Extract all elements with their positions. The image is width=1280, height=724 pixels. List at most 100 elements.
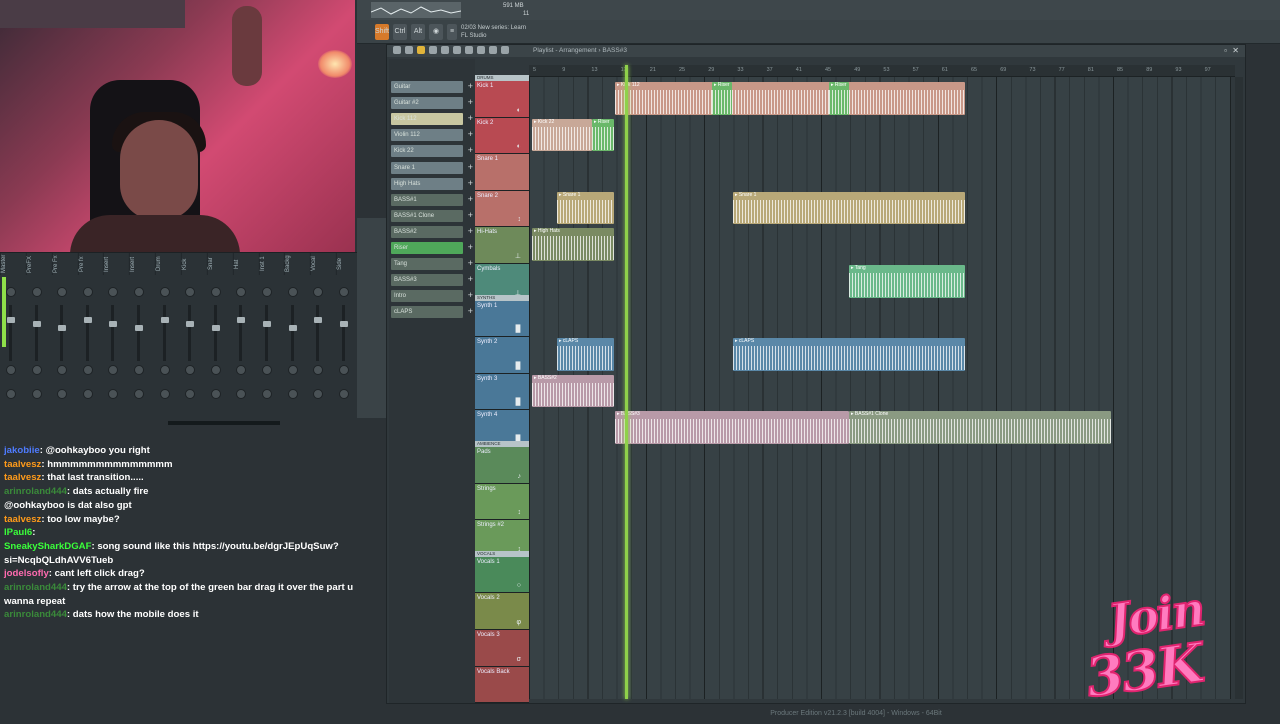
pan-knob[interactable] (262, 287, 272, 297)
add-icon[interactable]: + (468, 145, 473, 156)
pan-knob[interactable] (108, 287, 119, 297)
send-knob[interactable] (185, 389, 196, 399)
pan-knob[interactable] (57, 287, 68, 297)
send-knob[interactable] (210, 389, 221, 399)
audio-clip[interactable]: ▸ Riser (592, 118, 614, 152)
pattern-item[interactable]: High Hats + (391, 177, 473, 190)
stereo-knob[interactable] (57, 365, 68, 375)
pan-knob[interactable] (134, 287, 144, 297)
track-type-icon[interactable]: ▉ (516, 325, 521, 333)
pattern-item[interactable]: BASS#1 Clone + (391, 209, 473, 222)
volume-fader[interactable] (83, 317, 92, 323)
chat-username[interactable]: arinroland444 (4, 486, 67, 497)
send-knob[interactable] (57, 389, 68, 399)
chat-username[interactable]: lPaul6 (4, 527, 32, 538)
chat-username[interactable]: arinroland444 (4, 582, 67, 593)
volume-fader[interactable] (211, 325, 220, 331)
pattern-item[interactable]: Guitar + (391, 81, 473, 93)
stereo-knob[interactable] (6, 365, 16, 375)
pan-knob[interactable] (338, 287, 349, 297)
volume-fader[interactable] (288, 325, 297, 331)
track-header[interactable]: Vocals 2 φ (475, 593, 529, 630)
select-icon[interactable] (477, 46, 485, 54)
add-icon[interactable]: + (468, 162, 473, 173)
audio-clip[interactable]: ▸ Riser (829, 82, 849, 115)
mixer-scrollbar[interactable] (168, 421, 280, 425)
send-knob[interactable] (31, 389, 42, 399)
track-type-icon[interactable]: ↕ (518, 509, 522, 516)
stereo-knob[interactable] (185, 365, 196, 375)
add-icon[interactable]: + (468, 113, 473, 124)
track-header[interactable]: Snare 1 (475, 154, 529, 191)
send-knob[interactable] (338, 389, 349, 399)
pattern-item[interactable]: cLAPS + (391, 306, 473, 319)
add-icon[interactable]: + (468, 97, 473, 108)
audio-clip[interactable]: ▸ Tang (849, 265, 965, 298)
track-type-icon[interactable]: ◐ (517, 143, 521, 150)
chat-username[interactable]: jodelsofly (4, 568, 49, 579)
track-header[interactable]: Vocals 3 σ (475, 630, 529, 667)
stereo-knob[interactable] (159, 365, 170, 375)
close-icon[interactable]: ✕ (1232, 45, 1239, 57)
track-type-icon[interactable]: σ (517, 656, 521, 663)
pattern-item[interactable]: Snare 1 + (391, 161, 473, 174)
chat-username[interactable]: arinroland444 (4, 609, 67, 620)
audio-clip[interactable]: ▸ Snare 1 (557, 191, 614, 225)
volume-fader[interactable] (32, 321, 41, 327)
send-knob[interactable] (82, 389, 93, 399)
mouse-icon[interactable]: ◉ (429, 24, 443, 40)
playback-icon[interactable] (501, 46, 509, 54)
stereo-knob[interactable] (287, 365, 298, 375)
track-type-icon[interactable]: ↕ (518, 216, 522, 223)
track-header[interactable]: Synth 3 ▉ (475, 373, 529, 411)
delete-icon[interactable] (441, 46, 449, 54)
stereo-knob[interactable] (31, 365, 42, 375)
add-icon[interactable]: + (468, 306, 473, 317)
track-type-icon[interactable]: ○ (517, 582, 521, 589)
alt-button[interactable]: Alt (411, 24, 425, 40)
pan-knob[interactable] (159, 287, 170, 297)
volume-fader[interactable] (109, 321, 118, 327)
audio-clip[interactable]: ▸ cLAPS (557, 338, 614, 371)
pan-knob[interactable] (6, 287, 16, 297)
stereo-knob[interactable] (338, 365, 349, 375)
audio-clip[interactable]: ▸ Kick 112 (615, 82, 965, 115)
pan-knob[interactable] (31, 287, 42, 297)
chat-username[interactable]: taalvesz (4, 472, 41, 483)
pan-knob[interactable] (313, 287, 324, 297)
track-header[interactable]: Synth 2 ▉ (475, 337, 529, 374)
send-knob[interactable] (6, 389, 16, 399)
track-header[interactable]: Pads ♪ (475, 447, 529, 484)
volume-fader[interactable] (160, 317, 169, 323)
arrow-icon[interactable] (393, 46, 401, 54)
track-header[interactable]: Strings ↕ (475, 483, 529, 521)
timeline-ruler[interactable]: 5 9 13 17 21 25 29 33 37 41 45 49 53 57 61 65 69 73 77 81 85… (529, 65, 1235, 77)
add-icon[interactable]: + (468, 290, 473, 301)
stereo-knob[interactable] (262, 365, 272, 375)
track-type-icon[interactable]: φ (516, 619, 521, 626)
pan-knob[interactable] (82, 287, 93, 297)
slice-icon[interactable] (465, 46, 473, 54)
send-knob[interactable] (134, 389, 144, 399)
pattern-item[interactable]: BASS#3 + (391, 274, 473, 287)
send-knob[interactable] (313, 389, 324, 399)
add-icon[interactable]: + (468, 210, 473, 221)
mute-icon[interactable] (453, 46, 461, 54)
pattern-item[interactable]: Intro + (391, 290, 473, 303)
add-icon[interactable]: + (468, 129, 473, 140)
volume-fader[interactable] (237, 317, 246, 323)
track-header[interactable]: Synth 1 ▉ (475, 300, 529, 338)
send-knob[interactable] (159, 389, 170, 399)
add-icon[interactable]: + (468, 258, 473, 269)
pattern-item[interactable]: BASS#2 + (391, 225, 473, 238)
send-knob[interactable] (287, 389, 298, 399)
track-header[interactable]: Vocals Back (475, 666, 529, 704)
audio-clip[interactable]: ▸ BASS#1 Clone (849, 411, 1111, 444)
pan-knob[interactable] (210, 287, 221, 297)
pattern-item[interactable]: Riser + (391, 242, 473, 254)
volume-fader[interactable] (314, 317, 323, 323)
pattern-item[interactable]: BASS#1 + (391, 193, 473, 206)
magnet-icon[interactable] (405, 46, 413, 54)
track-type-icon[interactable]: ♪ (518, 473, 522, 480)
audio-clip[interactable]: ▸ High Hats (532, 228, 614, 261)
